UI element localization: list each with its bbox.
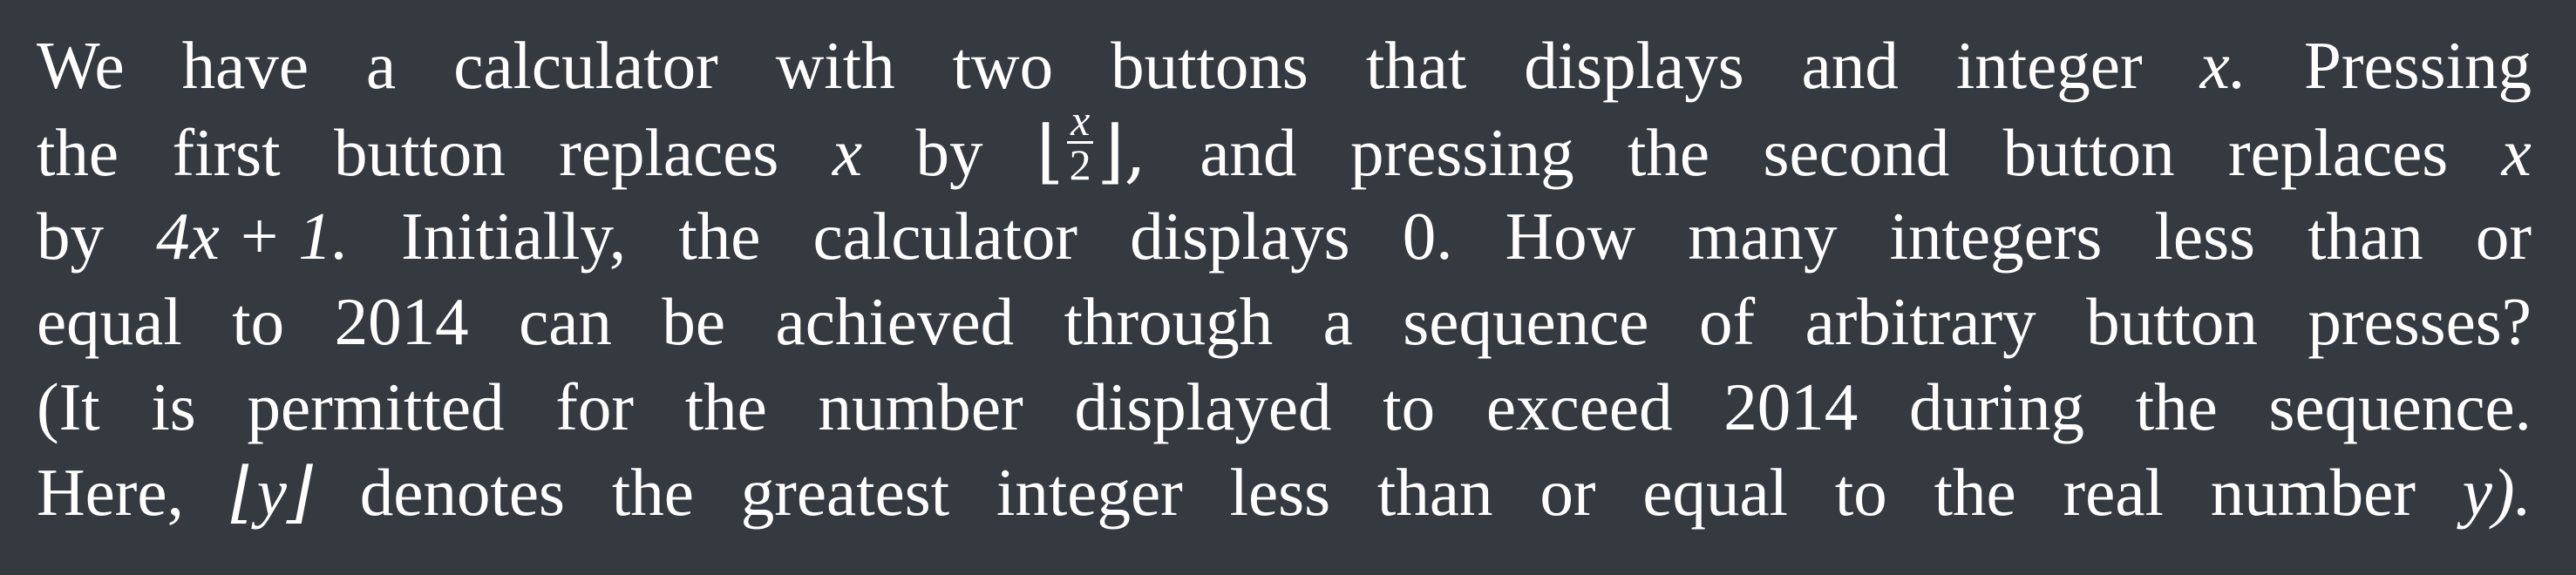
word: replaces xyxy=(2228,114,2449,190)
word: displays xyxy=(1524,28,1744,103)
word: Initially, xyxy=(401,199,627,274)
word: or xyxy=(2475,199,2532,274)
word: to xyxy=(232,284,285,359)
word: can xyxy=(519,284,612,359)
word: button xyxy=(2086,284,2258,359)
word: than xyxy=(1376,455,1493,530)
word: and xyxy=(1801,28,1899,103)
word: denotes xyxy=(359,455,565,530)
math-expression: 4x + 1. xyxy=(156,199,350,274)
word: during xyxy=(1908,369,2085,444)
word: less xyxy=(2154,199,2256,274)
word: first xyxy=(172,114,281,190)
word: the xyxy=(37,114,119,190)
word: sequence xyxy=(1403,284,1649,359)
word: sequence. xyxy=(2268,369,2532,444)
word: equal xyxy=(1642,455,1789,530)
word: How xyxy=(1505,199,1636,274)
word: by xyxy=(37,199,104,274)
word: button xyxy=(333,114,506,190)
word: Pressing xyxy=(2304,28,2532,103)
fraction-denominator: 2 xyxy=(1069,140,1091,189)
problem-line-2: the first button replaces x by ⌊ x 2 ⌋, … xyxy=(37,98,2532,194)
word: (It xyxy=(37,369,100,444)
word: have xyxy=(181,28,309,103)
word: We xyxy=(37,28,125,103)
word: is xyxy=(151,369,196,444)
word: through xyxy=(1064,284,1274,359)
fraction: x 2 xyxy=(1067,98,1094,189)
word: 0. xyxy=(1402,199,1453,274)
problem-line-3: by 4x + 1. Initially, the calculator dis… xyxy=(37,193,2532,279)
word: a xyxy=(1322,284,1353,359)
word: by xyxy=(915,114,983,190)
word: achieved xyxy=(775,284,1015,359)
math-variable-x: x xyxy=(832,114,863,190)
word: to xyxy=(1834,455,1887,530)
problem-line-6: Here, ⌊y⌋ denotes the greatest integer l… xyxy=(37,450,2532,535)
word: displays xyxy=(1130,199,1350,274)
floor-open-bracket: ⌊ xyxy=(1036,110,1064,192)
problem-line-5: (It is permitted for the number displaye… xyxy=(37,364,2532,450)
word: to xyxy=(1383,369,1436,444)
word: the xyxy=(1934,455,2016,530)
word: greatest xyxy=(740,455,950,530)
word: presses? xyxy=(2308,284,2532,359)
word: with xyxy=(775,28,895,103)
floor-y-expression: ⌊y⌋ xyxy=(230,455,313,530)
word: calculator xyxy=(453,28,718,103)
math-variable-x: x. xyxy=(2199,28,2247,103)
word: of xyxy=(1698,284,1756,359)
problem-line-1: We have a calculator with two buttons th… xyxy=(37,23,2532,108)
word: displayed xyxy=(1074,369,1332,444)
word: integer xyxy=(996,455,1183,530)
word: buttons xyxy=(1111,28,1308,103)
word: that xyxy=(1365,28,1467,103)
word: the xyxy=(2135,369,2218,444)
problem-line-4: equal to 2014 can be achieved through a … xyxy=(37,279,2532,364)
word: the xyxy=(611,455,694,530)
word: second xyxy=(1763,114,1950,190)
word: less xyxy=(1229,455,1331,530)
word: permitted xyxy=(247,369,505,444)
word: many xyxy=(1688,199,1838,274)
word: exceed xyxy=(1485,369,1673,444)
word: and xyxy=(1200,114,1297,190)
word: two xyxy=(952,28,1054,103)
word: number xyxy=(818,369,1023,444)
word: integers xyxy=(1889,199,2103,274)
word: button xyxy=(2002,114,2175,190)
word: a xyxy=(366,28,397,103)
word: arbitrary xyxy=(1805,284,2036,359)
word: calculator xyxy=(812,199,1078,274)
word: 2014 xyxy=(334,284,469,359)
word: real xyxy=(2063,455,2164,530)
floor-close-bracket: ⌋, xyxy=(1097,110,1146,192)
word: Here, xyxy=(37,455,184,530)
word: be xyxy=(662,284,726,359)
floor-expression: ⌊ x 2 ⌋, xyxy=(1036,98,1146,194)
word: pressing xyxy=(1349,114,1574,190)
word: the xyxy=(684,369,767,444)
word: integer xyxy=(1955,28,2143,103)
word: or xyxy=(1539,455,1596,530)
fraction-numerator: x xyxy=(1067,98,1094,144)
word: for xyxy=(555,369,635,444)
word: replaces xyxy=(559,114,779,190)
word: equal xyxy=(37,284,182,359)
word: number xyxy=(2210,455,2416,530)
math-variable-y: y). xyxy=(2462,455,2532,530)
word: the xyxy=(1628,114,1710,190)
math-variable-x: x xyxy=(2501,114,2532,190)
word: the xyxy=(678,199,761,274)
word: 2014 xyxy=(1723,369,1859,444)
problem-statement: We have a calculator with two buttons th… xyxy=(37,23,2532,535)
word: than xyxy=(2308,199,2423,274)
